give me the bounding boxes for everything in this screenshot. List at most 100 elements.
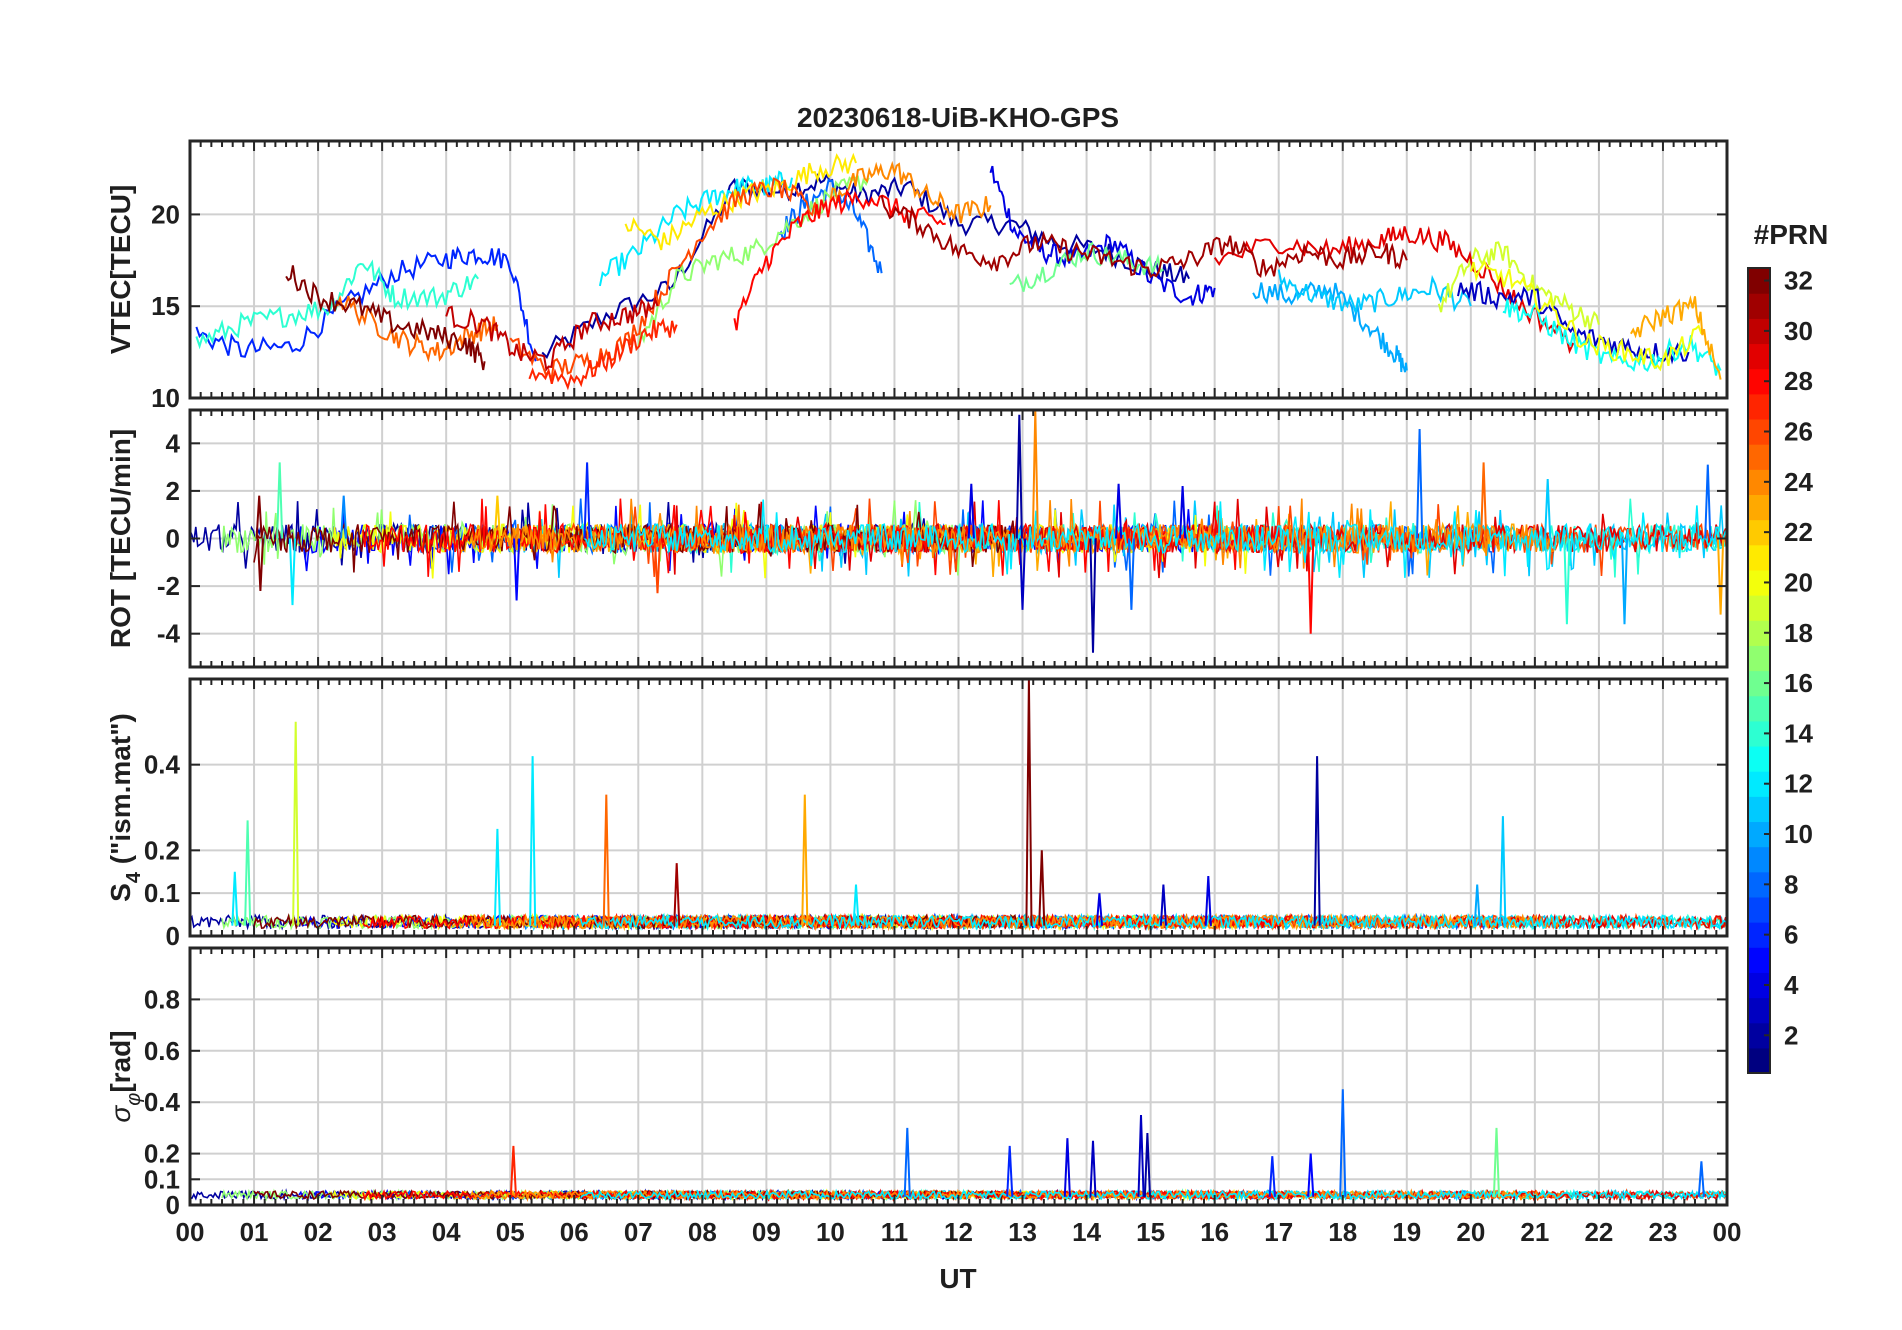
x-tick-label: 04 — [432, 1217, 461, 1247]
colorbar-tick-label: 26 — [1784, 417, 1813, 447]
colorbar-tick-label: 4 — [1784, 970, 1799, 1000]
x-tick-label: 06 — [560, 1217, 589, 1247]
x-tick-label: 11 — [881, 1217, 909, 1247]
x-tick-label: 12 — [944, 1217, 973, 1247]
colorbar-tick-label: 28 — [1784, 366, 1813, 396]
y-tick-label: 0.1 — [144, 1164, 180, 1194]
spike-prn-5 — [1307, 1153, 1315, 1197]
colorbar-tick-label: 14 — [1784, 718, 1813, 748]
x-tick-label: 19 — [1392, 1217, 1421, 1247]
y-tick-label: 0 — [166, 524, 180, 554]
spike-prn-23 — [1717, 538, 1725, 615]
x-tick-label: 16 — [1200, 1217, 1229, 1247]
sigma_phi-grid — [189, 948, 1728, 1206]
y-tick-label: 2 — [166, 476, 180, 506]
colorbar-segment — [1748, 444, 1770, 470]
sigma_phi-y-axis-label: σφ[rad] — [105, 1030, 145, 1122]
colorbar-segment — [1748, 745, 1770, 772]
x-tick-label: 02 — [304, 1217, 333, 1247]
spike-prn-12 — [493, 828, 501, 926]
y-tick-label: 4 — [166, 428, 181, 458]
y-tick-label: 0.1 — [144, 878, 180, 908]
colorbar-segment — [1748, 695, 1770, 722]
colorbar-tick-label: 22 — [1784, 517, 1813, 547]
series-prn-32 — [285, 265, 486, 371]
colorbar-segment — [1748, 645, 1770, 672]
spike-prn-12 — [231, 871, 239, 926]
x-tick-label: 03 — [368, 1217, 397, 1247]
colorbar-tick-label: 18 — [1784, 618, 1813, 648]
colorbar-segment — [1748, 846, 1770, 873]
ylabel-sub: φ — [123, 1093, 145, 1106]
x-tick-labels: 00 01 02 03 04 05 06 07 08 09 10 11 12 13 14 15 16 17 18 19… — [176, 1217, 1742, 1247]
vtec-y-axis-label: VTEC[TECU] — [105, 185, 136, 355]
y-tick-label: 20 — [151, 199, 180, 229]
colorbar-tick-label: 30 — [1784, 316, 1813, 346]
spike-prn-19 — [292, 721, 300, 926]
ylabel-main: S — [105, 883, 136, 902]
colorbar-tick-label: 32 — [1784, 266, 1813, 296]
y-tick-label: -2 — [157, 571, 180, 601]
spike-prn-25 — [602, 794, 610, 926]
colorbar-tick-label: 2 — [1784, 1020, 1798, 1050]
colorbar-tick-label: 24 — [1784, 467, 1813, 497]
ylabel-main: σ — [105, 1105, 136, 1123]
spike-prn-2 — [1143, 1132, 1151, 1197]
spike-prn-8 — [903, 1127, 911, 1197]
chart-title: 20230618-UiB-KHO-GPS — [797, 102, 1119, 133]
colorbar-segment — [1748, 293, 1770, 319]
colorbar-tick-label: 6 — [1784, 920, 1798, 950]
x-tick-label: 15 — [1136, 1217, 1165, 1247]
spike-prn-32 — [1025, 679, 1033, 926]
colorbar-segment — [1748, 544, 1770, 571]
spike-prn-23 — [801, 794, 809, 926]
y-tick-label: 0.6 — [144, 1036, 180, 1066]
spike-prn-2 — [1089, 538, 1097, 653]
colorbar-segment — [1748, 393, 1770, 420]
x-tick-label: 01 — [240, 1217, 269, 1247]
spike-prn-2 — [1313, 756, 1321, 926]
y-tick-label: 0.8 — [144, 984, 180, 1014]
s4-y-axis-label: S4 ("ism.mat") — [105, 713, 145, 902]
colorbar-segment — [1748, 796, 1770, 823]
x-tick-label: 23 — [1648, 1217, 1677, 1247]
spike-prn-11 — [1544, 478, 1552, 539]
colorbar-tick-label: 12 — [1784, 769, 1813, 799]
spike-prn-2 — [1015, 414, 1023, 539]
colorbar-tick-label: 20 — [1784, 567, 1813, 597]
y-tick-label: -4 — [157, 619, 181, 649]
colorbar-title: #PRN — [1754, 219, 1829, 250]
spike-prn-12 — [288, 538, 296, 606]
series-prn-6 — [195, 245, 537, 362]
x-tick-label: 08 — [688, 1217, 717, 1247]
gnss-scintillation-figure: 20230618-UiB-KHO-GPS 101520VTEC[TECU]-4-… — [105, 102, 1829, 1294]
spike-prn-16 — [1492, 1127, 1500, 1197]
x-tick-label: 21 — [1520, 1217, 1549, 1247]
y-tick-label: 0 — [166, 1190, 180, 1220]
spike-prn-4 — [1063, 1138, 1071, 1197]
spike-prn-15 — [276, 462, 284, 539]
spike-prn-32 — [256, 538, 264, 591]
ylabel-rest: ("ism.mat") — [105, 713, 136, 872]
panels: 101520VTEC[TECU]-4-2024ROT [TECU/min]00.… — [105, 139, 1742, 1247]
x-tick-label: 18 — [1328, 1217, 1357, 1247]
x-tick-label: 14 — [1072, 1217, 1101, 1247]
x-tick-label: 22 — [1584, 1217, 1613, 1247]
series-prn-26 — [509, 177, 819, 381]
s4-grid — [189, 679, 1728, 937]
spike-prn-3 — [1089, 1140, 1097, 1197]
x-tick-label: 05 — [496, 1217, 525, 1247]
spike-prn-15 — [244, 820, 252, 926]
y-tick-label: 0.2 — [144, 1139, 180, 1169]
colorbar-segment — [1748, 947, 1770, 973]
x-tick-label: 00 — [176, 1217, 205, 1247]
panel-sigma_phi: 00.10.2 0.4 0.6 0.8 σφ[rad] — [105, 946, 1729, 1220]
vtec-grid — [189, 141, 1728, 399]
y-tick-label: 0 — [166, 921, 180, 951]
x-tick-label: 20 — [1456, 1217, 1485, 1247]
x-tick-label: 13 — [1008, 1217, 1037, 1247]
y-tick-label: 0.4 — [144, 1087, 181, 1117]
spike-prn-32 — [1038, 850, 1046, 926]
spike-prn-8 — [1416, 428, 1424, 539]
panel-s4: 0 0.1 0.2 0.4S4 ("ism.mat") — [105, 677, 1729, 951]
